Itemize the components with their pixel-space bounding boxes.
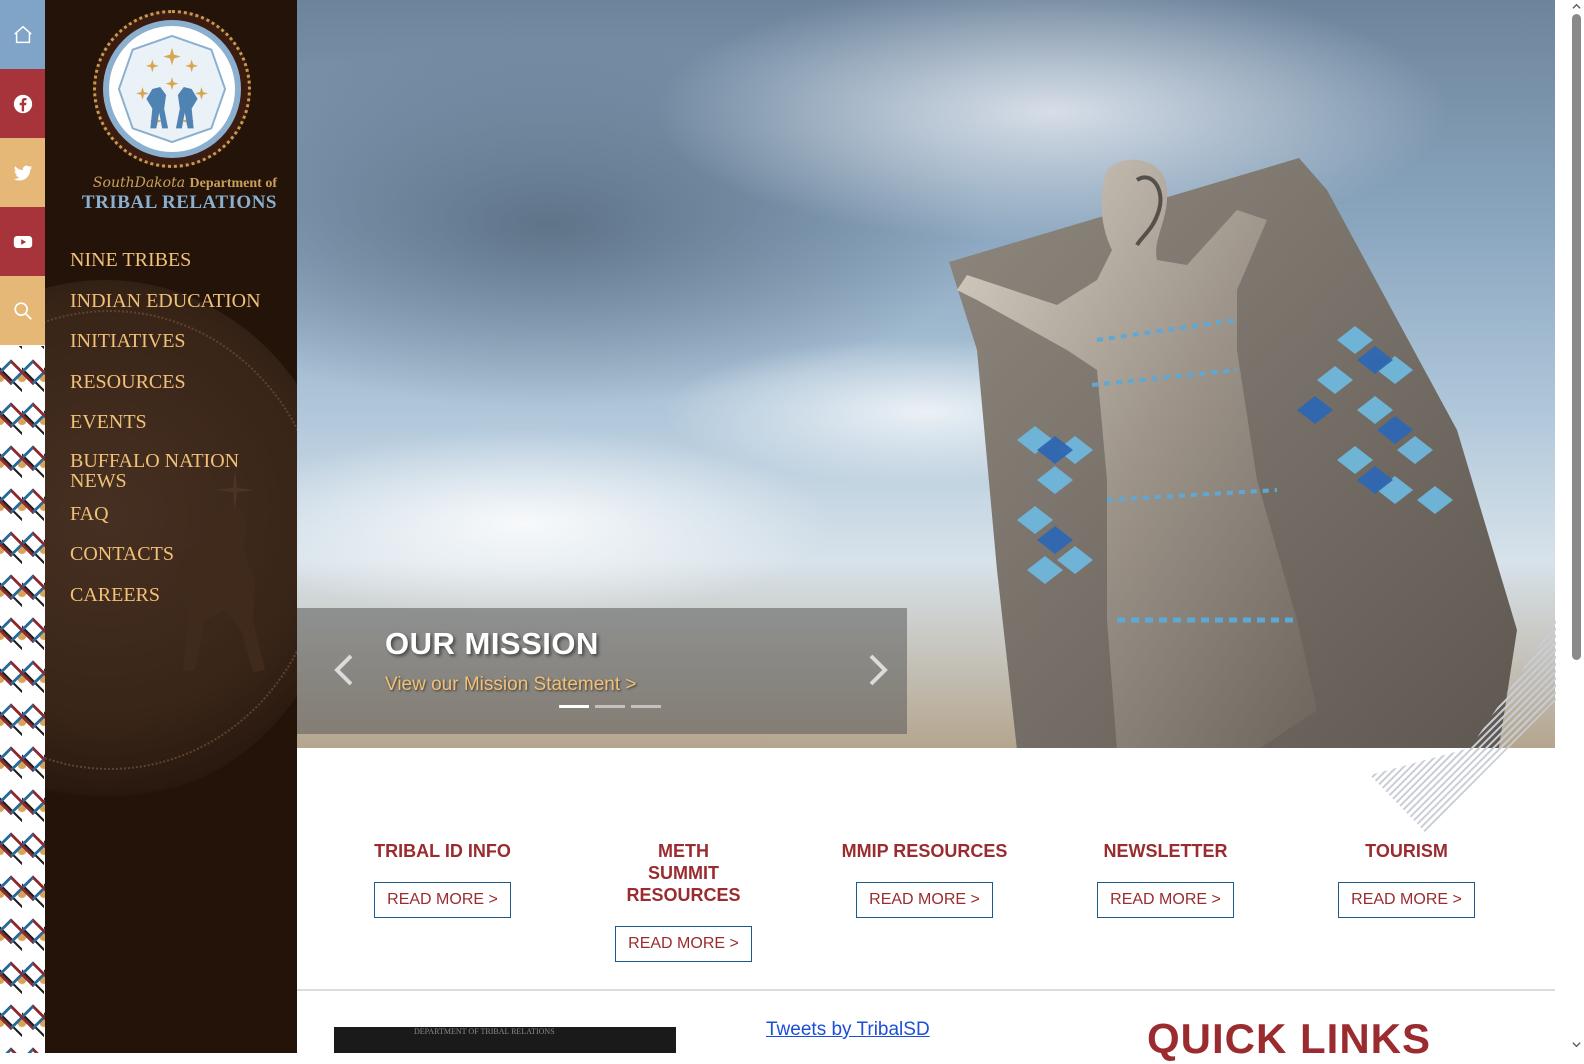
home-button[interactable] <box>0 0 45 69</box>
carousel-title: OUR MISSION <box>385 626 599 661</box>
nav-item-resources[interactable]: RESOURCES <box>70 364 290 405</box>
section-divider <box>297 989 1555 991</box>
youtube-button[interactable] <box>0 207 45 276</box>
card-title: NEWSLETTER <box>1103 841 1228 861</box>
card-title: TRIBAL ID INFO <box>374 841 511 861</box>
carousel-indicator[interactable] <box>631 705 661 708</box>
carousel-indicator[interactable] <box>595 705 625 708</box>
feature-cards: TRIBAL ID INFO READ MORE > METH SUMMIT R… <box>297 840 1555 970</box>
read-more-button[interactable]: READ MORE > <box>856 882 993 918</box>
diagonal-stripes-decoration <box>1370 620 1556 832</box>
logo-state-name: SouthDakota <box>92 175 186 191</box>
card-title: METH SUMMIT RESOURCES <box>626 841 741 905</box>
read-more-button[interactable]: READ MORE > <box>1338 882 1475 918</box>
facebook-icon <box>13 94 32 113</box>
main-nav: NINE TRIBES INDIAN EDUCATION INITIATIVES… <box>70 242 290 617</box>
card-tourism: TOURISM READ MORE > <box>1286 840 1527 918</box>
carousel-caption: OUR MISSION View our Mission Statement > <box>297 608 907 734</box>
carousel-indicators <box>559 705 661 708</box>
search-button[interactable] <box>0 276 45 345</box>
scrollbar-thumb[interactable] <box>1572 14 1581 660</box>
department-seal <box>93 10 251 168</box>
nav-item-initiatives[interactable]: INITIATIVES <box>70 323 290 364</box>
read-more-button[interactable]: READ MORE > <box>1097 882 1234 918</box>
nav-item-faq[interactable]: FAQ <box>70 496 290 537</box>
quick-links-heading: QUICK LINKS <box>1147 1015 1431 1062</box>
department-logo[interactable]: SouthDakota Department of TRIBAL RELATIO… <box>67 10 277 214</box>
nav-item-nine-tribes[interactable]: NINE TRIBES <box>70 242 290 283</box>
nav-item-buffalo-nation-news[interactable]: BUFFALO NATION NEWS <box>70 445 290 496</box>
nav-item-contacts[interactable]: CONTACTS <box>70 536 290 577</box>
nav-item-events[interactable]: EVENTS <box>70 404 290 445</box>
seal-horses-icon <box>117 34 227 144</box>
card-tribal-id: TRIBAL ID INFO READ MORE > <box>322 840 563 918</box>
card-mmip: MMIP RESOURCES READ MORE > <box>804 840 1045 918</box>
social-bar <box>0 0 45 1053</box>
scroll-down-icon[interactable] <box>1572 1040 1581 1049</box>
scroll-up-icon[interactable] <box>1572 2 1581 11</box>
card-newsletter: NEWSLETTER READ MORE > <box>1045 840 1286 918</box>
feed-header-text: DEPARTMENT OF TRIBAL RELATIONS <box>414 1027 555 1036</box>
twitter-icon <box>13 165 32 181</box>
card-title: TOURISM <box>1365 841 1448 861</box>
logo-department-text: Department of <box>189 176 277 191</box>
carousel-next-icon[interactable] <box>863 650 893 690</box>
card-title: MMIP RESOURCES <box>841 841 1008 861</box>
carousel-prev-icon[interactable] <box>329 650 359 690</box>
facebook-feed-widget[interactable]: DEPARTMENT OF TRIBAL RELATIONS <box>334 1027 676 1053</box>
carousel-indicator[interactable] <box>559 705 589 708</box>
read-more-button[interactable]: READ MORE > <box>615 926 752 962</box>
youtube-icon <box>13 235 32 248</box>
mission-statement-link[interactable]: View our Mission Statement > <box>385 674 637 696</box>
beadwork-pattern <box>0 346 45 1053</box>
search-icon <box>13 301 32 320</box>
nav-item-indian-education[interactable]: INDIAN EDUCATION <box>70 283 290 324</box>
twitter-button[interactable] <box>0 138 45 207</box>
sidebar: SouthDakota Department of TRIBAL RELATIO… <box>45 0 297 1053</box>
card-meth-summit: METH SUMMIT RESOURCES READ MORE > <box>563 840 804 962</box>
facebook-button[interactable] <box>0 69 45 138</box>
home-icon <box>13 25 32 43</box>
read-more-button[interactable]: READ MORE > <box>374 882 511 918</box>
page-scrollbar[interactable] <box>1569 0 1584 1053</box>
logo-org-name: TRIBAL RELATIONS <box>81 192 277 213</box>
tweets-link[interactable]: Tweets by TribalSD <box>766 1019 930 1041</box>
nav-item-careers[interactable]: CAREERS <box>70 577 290 618</box>
